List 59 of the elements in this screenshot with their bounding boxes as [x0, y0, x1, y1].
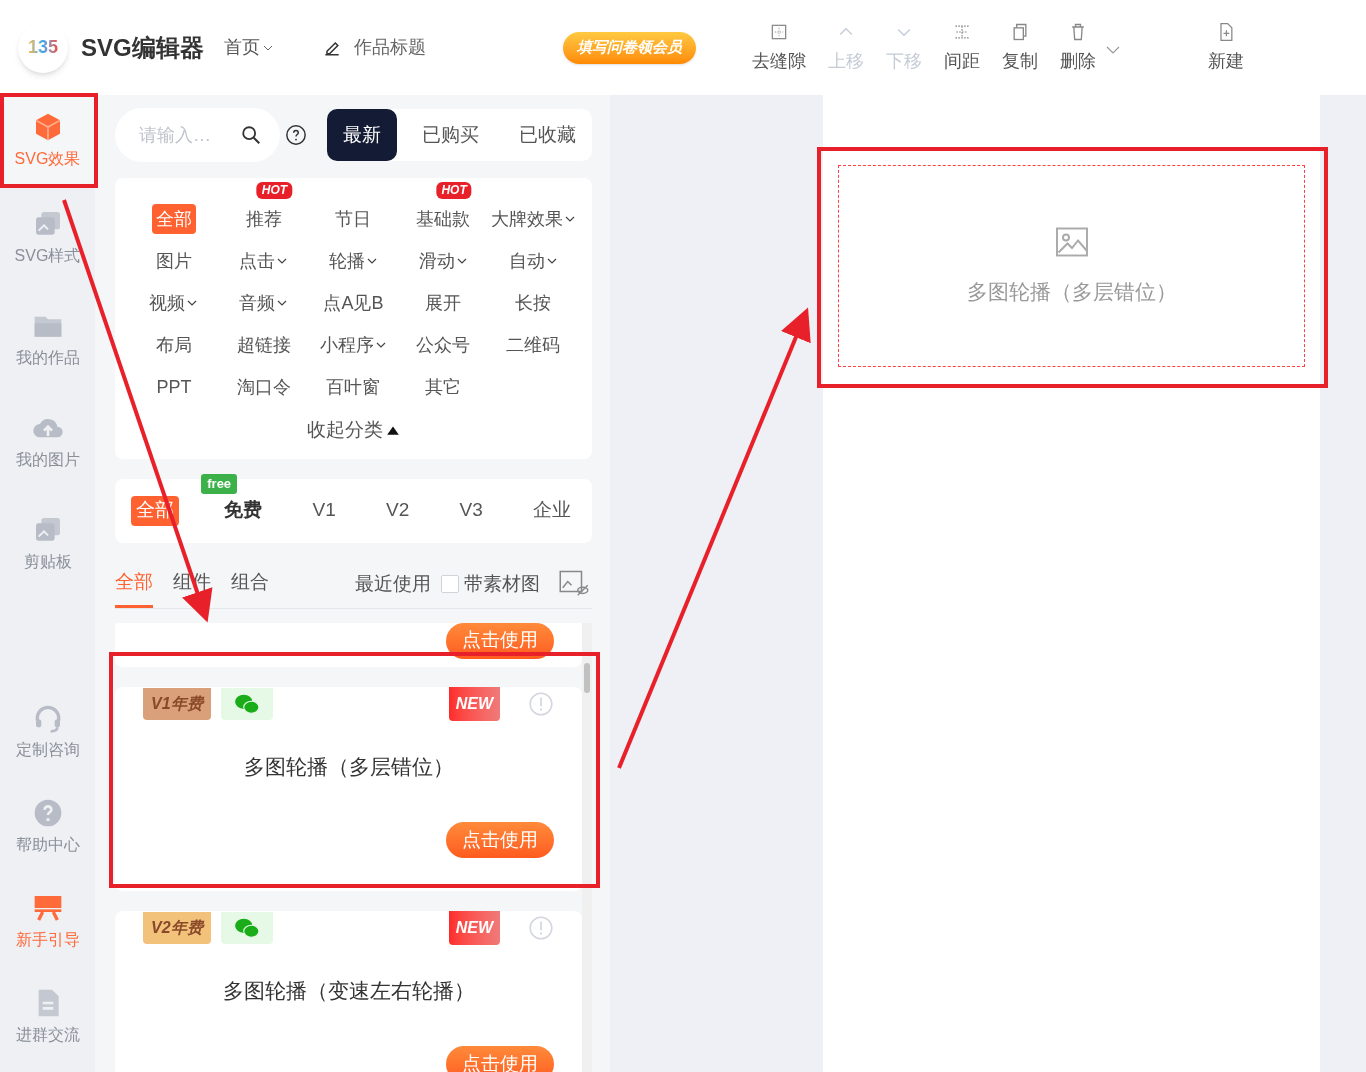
new-badge: NEW — [448, 910, 500, 945]
category-tab[interactable]: 小程序 — [316, 330, 391, 360]
category-tab[interactable]: 百叶窗 — [322, 372, 385, 402]
card-title: 多图轮播（多层错位） — [242, 753, 455, 780]
tier-tab[interactable]: V3 — [454, 495, 488, 526]
tier-badge: V2年费 — [143, 911, 211, 944]
help-icon — [285, 124, 307, 146]
category-tab[interactable]: 长按 — [511, 288, 556, 318]
tier-tab[interactable]: V2 — [381, 495, 415, 526]
category-tab[interactable]: 公众号 — [412, 330, 475, 360]
tier-tab[interactable]: 企业 — [528, 495, 576, 526]
category-tab[interactable]: 自动 — [504, 246, 562, 276]
home-menu[interactable]: 首页 — [223, 34, 274, 61]
collapse-button[interactable]: 收起分类 — [307, 416, 400, 445]
tier-tab[interactable]: V1 — [307, 495, 341, 526]
category-tab[interactable]: 视频 — [145, 288, 203, 318]
sub-tab[interactable]: 组合 — [231, 560, 269, 608]
new-badge: NEW — [448, 686, 500, 721]
category-tab[interactable]: 基础款 — [412, 204, 475, 234]
scrollbar[interactable] — [582, 622, 592, 1072]
category-tab[interactable]: 点A见B — [319, 288, 388, 318]
toolbar-button[interactable]: 间距 — [943, 22, 980, 75]
checkbox-label: 带素材图 — [464, 571, 540, 596]
category-tab[interactable]: 展开 — [421, 288, 466, 318]
app-title: SVG编辑器 — [81, 32, 204, 63]
category-tab[interactable]: 音频 — [235, 288, 293, 318]
sort-tab[interactable]: 最新 — [327, 109, 397, 161]
tier-tab[interactable]: 免费 — [219, 495, 268, 526]
category-tab[interactable]: 二维码 — [502, 330, 565, 360]
search-icon — [240, 124, 262, 146]
category-tab[interactable]: 图片 — [151, 246, 196, 276]
recent-link[interactable]: 最近使用 — [355, 569, 431, 599]
category-tab[interactable]: 其它 — [421, 372, 466, 402]
tier-badge: V1年费 — [143, 687, 211, 720]
info-icon — [528, 690, 554, 717]
category-tab[interactable]: 点击 — [235, 246, 293, 276]
category-tab[interactable]: 轮播 — [325, 246, 382, 276]
category-tab[interactable]: 推荐 — [241, 204, 286, 234]
category-tab[interactable]: 淘口令 — [232, 372, 295, 402]
category-tab[interactable]: 布局 — [151, 330, 196, 360]
category-tab[interactable]: 节日 — [331, 204, 376, 234]
toolbar-button[interactable]: 去缝隙 — [751, 22, 806, 75]
info-icon — [528, 914, 554, 941]
search-field[interactable]: 请输入… — [115, 108, 280, 162]
checkbox[interactable] — [441, 575, 459, 593]
category-tab[interactable]: 超链接 — [232, 330, 295, 360]
toolbar-button[interactable]: 复制 — [1001, 22, 1038, 75]
hot-badge: HOT — [256, 182, 293, 199]
sort-tab[interactable]: 已收藏 — [503, 109, 592, 161]
free-badge: free — [201, 473, 238, 494]
category-tab[interactable]: 滑动 — [414, 246, 472, 276]
toolbar-button[interactable]: 删除 — [1059, 22, 1096, 75]
work-title-field[interactable]: 作品标题 — [321, 34, 426, 61]
category-tab[interactable]: 大牌效果 — [486, 204, 580, 234]
sort-tab[interactable]: 已购买 — [405, 109, 495, 161]
card-title: 多图轮播（变速左右轮播） — [221, 977, 476, 1004]
category-tab[interactable]: PPT — [152, 372, 196, 402]
toolbar-button[interactable]: 新建 — [1207, 22, 1244, 75]
hot-badge: HOT — [436, 182, 472, 199]
